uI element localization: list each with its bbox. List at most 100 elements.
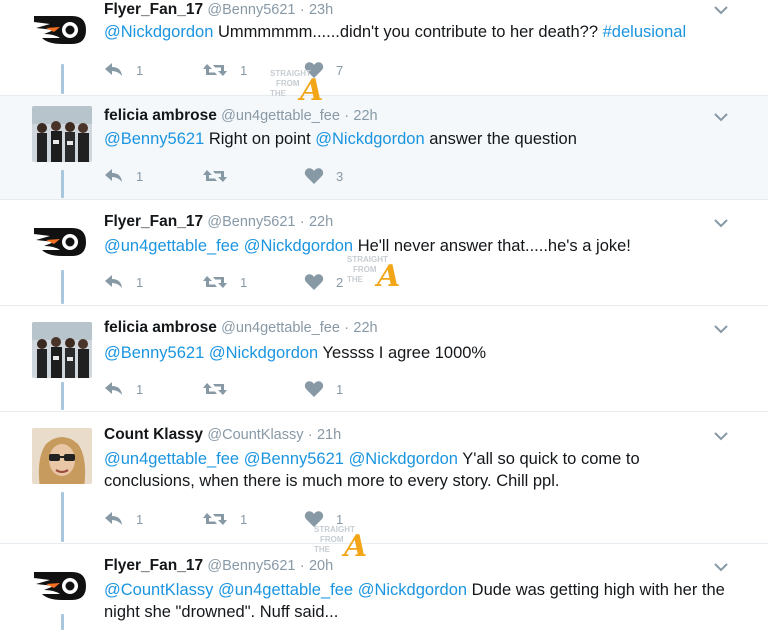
reply-button[interactable]: 1 (104, 59, 143, 81)
caret-down-icon[interactable] (712, 4, 730, 16)
tweet[interactable]: Count Klassy @CountKlassy · 21h @un4gett… (0, 412, 768, 544)
display-name[interactable]: Flyer_Fan_17 (104, 213, 203, 230)
mention-link[interactable]: @Benny5621 (104, 344, 204, 362)
retweet-button[interactable]: 1 (202, 271, 247, 293)
retweet-button[interactable] (202, 378, 240, 400)
like-button[interactable]: 3 (304, 165, 343, 187)
like-button[interactable]: 1 (304, 378, 343, 400)
thread-line (61, 382, 64, 410)
thread-line (61, 270, 64, 304)
mention-link[interactable]: @un4gettable_fee (218, 581, 353, 599)
like-count: 1 (336, 381, 344, 397)
mention-link[interactable]: @Nickdgordon (244, 237, 353, 255)
tweet-actions: 13 (104, 165, 404, 187)
retweet-icon (202, 168, 228, 184)
retweet-icon (202, 274, 228, 290)
reply-count: 1 (136, 511, 144, 527)
flyers-logo-icon (34, 572, 86, 600)
like-count: 1 (336, 511, 344, 527)
avatar[interactable] (32, 322, 92, 378)
retweet-button[interactable] (202, 165, 240, 187)
tweet[interactable]: Flyer_Fan_17 @Benny5621 · 23h @Nickdgord… (0, 0, 768, 96)
handle[interactable]: @CountKlassy (207, 427, 303, 443)
reply-button[interactable]: 1 (104, 508, 143, 530)
handle[interactable]: @un4gettable_fee (221, 108, 340, 124)
display-name[interactable]: Count Klassy (104, 426, 203, 443)
timestamp[interactable]: 20h (309, 558, 333, 574)
tweet-header: Count Klassy @CountKlassy · 21h (104, 426, 341, 444)
meta-separator: · (299, 214, 305, 230)
mention-link[interactable]: @Nickdgordon (349, 450, 458, 468)
tweet[interactable]: felicia ambrose @un4gettable_fee · 22h @… (0, 96, 768, 200)
avatar[interactable] (32, 106, 92, 162)
reply-icon (104, 381, 124, 397)
like-count: 7 (336, 62, 344, 78)
display-name[interactable]: Flyer_Fan_17 (104, 557, 203, 574)
handle[interactable]: @un4gettable_fee (221, 320, 340, 336)
caret-down-icon[interactable] (712, 430, 730, 442)
mention-link[interactable]: @CountKlassy (104, 581, 213, 599)
tweet-header: Flyer_Fan_17 @Benny5621 · 22h (104, 213, 333, 231)
reply-button[interactable]: 1 (104, 271, 143, 293)
thread-line (61, 170, 64, 198)
meta-separator: · (344, 320, 350, 336)
text-segment: answer the question (424, 130, 577, 148)
mention-link[interactable]: @Nickdgordon (209, 344, 318, 362)
mention-link[interactable]: @Benny5621 (244, 450, 344, 468)
avatar[interactable] (32, 428, 92, 484)
timestamp[interactable]: 22h (353, 320, 377, 336)
hashtag-link[interactable]: #delusional (603, 23, 686, 41)
thread-line (61, 64, 64, 94)
like-icon (304, 167, 324, 185)
reply-button[interactable]: 1 (104, 378, 143, 400)
timestamp[interactable]: 22h (309, 214, 333, 230)
mention-link[interactable]: @Nickdgordon (315, 130, 424, 148)
retweet-button[interactable]: 1 (202, 59, 247, 81)
thread-line (61, 614, 64, 630)
avatar[interactable] (32, 220, 88, 264)
timestamp[interactable]: 22h (353, 108, 377, 124)
timestamp[interactable]: 21h (317, 427, 341, 443)
text-segment: Ummmmmm......didn't you contribute to he… (213, 23, 603, 41)
avatar-photo (32, 428, 92, 484)
like-button[interactable]: 1 (304, 508, 343, 530)
avatar[interactable] (32, 8, 88, 52)
retweet-icon (202, 511, 228, 527)
tweet[interactable]: Flyer_Fan_17 @Benny5621 · 22h @un4gettab… (0, 200, 768, 306)
tweet[interactable]: felicia ambrose @un4gettable_fee · 22h @… (0, 306, 768, 412)
caret-down-icon[interactable] (712, 111, 730, 123)
like-icon (304, 273, 324, 291)
like-count: 3 (336, 168, 344, 184)
tweet-text: @CountKlassy @un4gettable_fee @Nickdgord… (104, 579, 732, 623)
tweet-text: @Benny5621 Right on point @Nickdgordon a… (104, 128, 732, 150)
timestamp[interactable]: 23h (309, 2, 333, 18)
flyers-logo-icon (34, 228, 86, 256)
tweet-header: Flyer_Fan_17 @Benny5621 · 23h (104, 1, 333, 19)
display-name[interactable]: felicia ambrose (104, 319, 217, 336)
caret-down-icon[interactable] (712, 217, 730, 229)
mention-link[interactable]: @Benny5621 (104, 130, 204, 148)
caret-down-icon[interactable] (712, 561, 730, 573)
tweet[interactable]: Flyer_Fan_17 @Benny5621 · 20h @CountKlas… (0, 544, 768, 630)
caret-down-icon[interactable] (712, 323, 730, 335)
like-button[interactable]: 2 (304, 271, 343, 293)
mention-link[interactable]: @Nickdgordon (104, 23, 213, 41)
handle[interactable]: @Benny5621 (207, 558, 295, 574)
retweet-count: 1 (240, 274, 248, 290)
display-name[interactable]: Flyer_Fan_17 (104, 1, 203, 18)
retweet-button[interactable]: 1 (202, 508, 247, 530)
meta-separator: · (344, 108, 350, 124)
handle[interactable]: @Benny5621 (207, 214, 295, 230)
reply-button[interactable]: 1 (104, 165, 143, 187)
mention-link[interactable]: @un4gettable_fee (104, 450, 239, 468)
flyers-logo-icon (34, 16, 86, 44)
reply-icon (104, 511, 124, 527)
avatar[interactable] (32, 564, 88, 608)
like-button[interactable]: 7 (304, 59, 343, 81)
retweet-count: 1 (240, 62, 248, 78)
mention-link[interactable]: @un4gettable_fee (104, 237, 239, 255)
handle[interactable]: @Benny5621 (207, 2, 295, 18)
avatar-photo (32, 322, 92, 378)
display-name[interactable]: felicia ambrose (104, 107, 217, 124)
mention-link[interactable]: @Nickdgordon (358, 581, 467, 599)
